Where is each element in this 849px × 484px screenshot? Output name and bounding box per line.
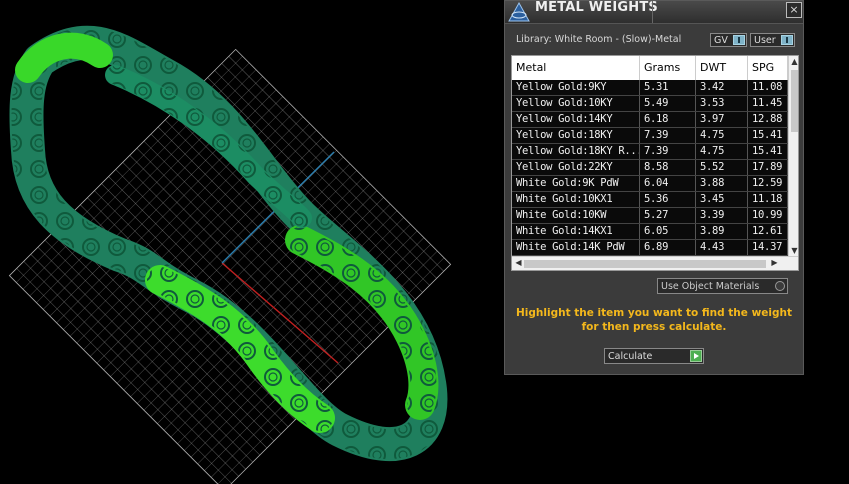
- gv-toggle[interactable]: GV: [710, 33, 747, 47]
- cell-dwt: 3.39: [696, 208, 748, 223]
- table-row[interactable]: Yellow Gold:9KY 5.31 3.42 11.08: [512, 80, 788, 96]
- metal-table[interactable]: Metal Grams DWT SPG Yellow Gold:9KY 5.31 3…: [511, 55, 799, 271]
- cell-spg: 11.08: [748, 80, 788, 95]
- table-row[interactable]: White Gold:10KW 5.27 3.39 10.99: [512, 208, 788, 224]
- column-header-spg[interactable]: SPG: [748, 56, 788, 80]
- table-row[interactable]: White Gold:10KX1 5.36 3.45 11.18: [512, 192, 788, 208]
- user-toggle[interactable]: User: [750, 33, 795, 47]
- arrow-left-icon[interactable]: ◀: [513, 258, 524, 267]
- cell-metal: White Gold:10KX1: [512, 192, 640, 207]
- title-separator: [652, 1, 653, 23]
- arrow-up-icon[interactable]: ▲: [789, 57, 798, 66]
- arrow-down-icon[interactable]: ▼: [789, 246, 798, 255]
- cell-dwt: 3.88: [696, 176, 748, 191]
- table-row[interactable]: Yellow Gold:22KY 8.58 5.52 17.89: [512, 160, 788, 176]
- cell-grams: 6.05: [640, 224, 696, 239]
- cell-dwt: 4.75: [696, 144, 748, 159]
- column-header-metal[interactable]: Metal: [512, 56, 640, 80]
- cell-grams: 5.49: [640, 96, 696, 111]
- instruction-line-2: for then press calculate.: [581, 321, 727, 333]
- metal-weights-panel: METAL WEIGHTS × Library: White Room - (S…: [504, 0, 804, 375]
- viewport-canvas[interactable]: [0, 0, 504, 484]
- horizontal-scrollbar[interactable]: ◀ ▶: [512, 256, 798, 270]
- cell-metal: Yellow Gold:10KY: [512, 96, 640, 111]
- radio-icon: [775, 281, 785, 291]
- panel-title: METAL WEIGHTS: [535, 0, 658, 15]
- vertical-scroll-thumb[interactable]: [791, 70, 798, 132]
- cell-dwt: 5.52: [696, 160, 748, 175]
- cell-spg: 15.41: [748, 144, 788, 159]
- toggle-switch-icon: [733, 35, 745, 45]
- cell-spg: 12.88: [748, 112, 788, 127]
- calculate-button[interactable]: Calculate: [604, 348, 704, 364]
- cell-dwt: 3.42: [696, 80, 748, 95]
- cell-grams: 6.18: [640, 112, 696, 127]
- cell-dwt: 3.45: [696, 192, 748, 207]
- table-row[interactable]: Yellow Gold:10KY 5.49 3.53 11.45: [512, 96, 788, 112]
- cell-spg: 17.89: [748, 160, 788, 175]
- cell-metal: Yellow Gold:18KY R...: [512, 144, 640, 159]
- cell-grams: 7.39: [640, 128, 696, 143]
- cell-grams: 7.39: [640, 144, 696, 159]
- 3d-viewport[interactable]: [0, 0, 504, 484]
- table-row[interactable]: Yellow Gold:18KY 7.39 4.75 15.41: [512, 128, 788, 144]
- cell-grams: 6.04: [640, 176, 696, 191]
- close-icon: ×: [789, 3, 799, 16]
- use-object-materials-label: Use Object Materials: [661, 281, 760, 292]
- vertical-scrollbar[interactable]: ▲ ▼: [788, 56, 798, 256]
- cell-grams: 8.58: [640, 160, 696, 175]
- panel-titlebar[interactable]: METAL WEIGHTS ×: [505, 0, 803, 24]
- table-row[interactable]: Yellow Gold:14KY 6.18 3.97 12.88: [512, 112, 788, 128]
- library-label: Library: White Room - (Slow)-Metal: [516, 34, 682, 45]
- cell-spg: 14.37: [748, 240, 788, 255]
- cell-grams: 5.31: [640, 80, 696, 95]
- cell-metal: White Gold:14K PdW: [512, 240, 640, 255]
- cell-spg: 11.45: [748, 96, 788, 111]
- cell-metal: Yellow Gold:14KY: [512, 112, 640, 127]
- table-header: Metal Grams DWT SPG: [512, 56, 788, 80]
- arrow-right-icon[interactable]: ▶: [769, 258, 780, 267]
- matrix-app-icon: [508, 1, 530, 22]
- instruction-line-1: Highlight the item you want to find the …: [516, 307, 792, 319]
- instruction-text: Highlight the item you want to find the …: [505, 306, 803, 334]
- table-row[interactable]: Yellow Gold:18KY R... 7.39 4.75 15.41: [512, 144, 788, 160]
- cell-grams: 6.89: [640, 240, 696, 255]
- cell-spg: 10.99: [748, 208, 788, 223]
- cell-metal: White Gold:14KX1: [512, 224, 640, 239]
- cell-dwt: 3.53: [696, 96, 748, 111]
- toggle-switch-icon: [781, 35, 793, 45]
- close-button[interactable]: ×: [786, 2, 802, 18]
- use-object-materials-toggle[interactable]: Use Object Materials: [657, 278, 788, 294]
- calculate-label: Calculate: [608, 351, 653, 362]
- horizontal-scroll-thumb[interactable]: [524, 260, 766, 268]
- table-row[interactable]: White Gold:14KX1 6.05 3.89 12.61: [512, 224, 788, 240]
- table-row[interactable]: White Gold:14K PdW 6.89 4.43 14.37: [512, 240, 788, 256]
- cell-metal: Yellow Gold:18KY: [512, 128, 640, 143]
- cell-metal: White Gold:10KW: [512, 208, 640, 223]
- cell-grams: 5.27: [640, 208, 696, 223]
- cell-spg: 12.61: [748, 224, 788, 239]
- table-row[interactable]: White Gold:9K PdW 6.04 3.88 12.59: [512, 176, 788, 192]
- column-header-grams[interactable]: Grams: [640, 56, 696, 80]
- user-toggle-label: User: [754, 35, 776, 46]
- column-header-dwt[interactable]: DWT: [696, 56, 748, 80]
- cell-spg: 12.59: [748, 176, 788, 191]
- cell-dwt: 3.89: [696, 224, 748, 239]
- cell-spg: 11.18: [748, 192, 788, 207]
- cell-dwt: 3.97: [696, 112, 748, 127]
- cell-metal: White Gold:9K PdW: [512, 176, 640, 191]
- cell-grams: 5.36: [640, 192, 696, 207]
- cell-spg: 15.41: [748, 128, 788, 143]
- cell-metal: Yellow Gold:22KY: [512, 160, 640, 175]
- cell-dwt: 4.75: [696, 128, 748, 143]
- gv-toggle-label: GV: [714, 35, 728, 46]
- cell-metal: Yellow Gold:9KY: [512, 80, 640, 95]
- cell-dwt: 4.43: [696, 240, 748, 255]
- play-icon: [690, 350, 702, 362]
